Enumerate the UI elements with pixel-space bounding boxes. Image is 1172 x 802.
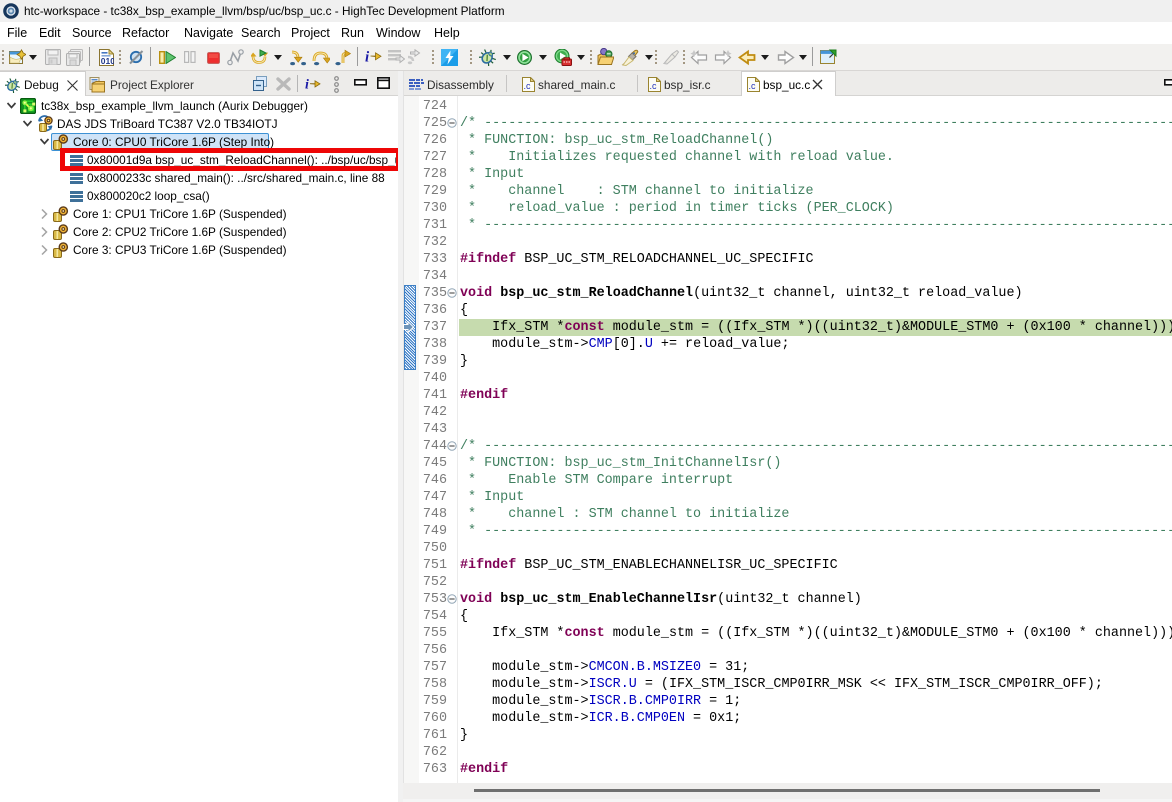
svg-text:i: i <box>365 50 370 65</box>
svg-text:.c: .c <box>650 81 658 91</box>
svg-text:i: i <box>305 78 309 92</box>
svg-text:010: 010 <box>101 56 114 66</box>
svg-text:.c: .c <box>524 81 532 91</box>
svg-text:.c: .c <box>749 81 757 91</box>
